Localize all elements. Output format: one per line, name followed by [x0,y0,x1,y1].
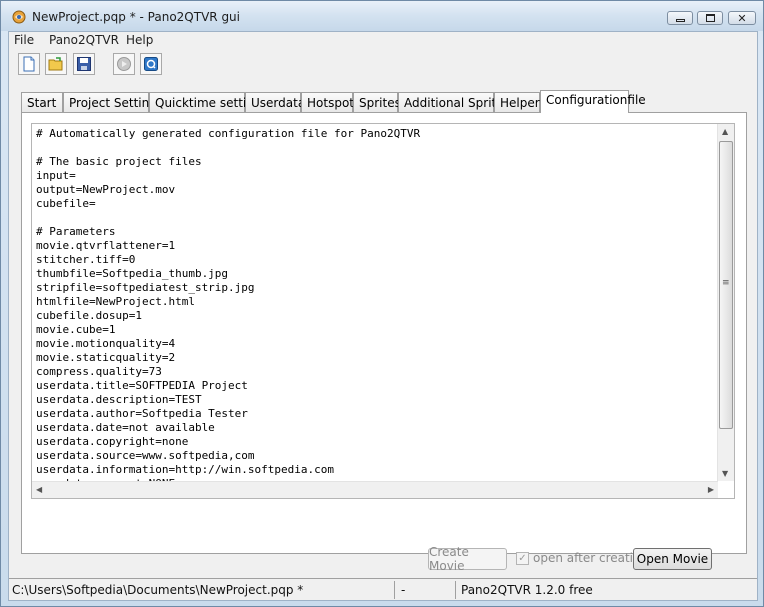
new-button[interactable] [18,53,40,75]
config-line: movie.qtvrflattener=1 [36,239,176,252]
app-icon [11,9,27,25]
config-line: # The basic project files [36,155,202,168]
config-line: # Parameters [36,225,116,238]
scroll-up-icon[interactable]: ▲ [722,127,728,136]
config-line: htmlfile=NewProject.html [36,295,195,308]
preview-icon [144,57,158,71]
tab-userdata[interactable]: Userdata [245,92,305,112]
config-line: userdata.author=Softpedia Tester [36,407,248,420]
create-movie-button[interactable]: Create Movie [428,545,507,573]
config-line: userdata.information=http://win.softpedi… [36,463,335,476]
menu-help[interactable]: Help [126,33,153,47]
disabled-tool-button[interactable] [113,53,135,75]
title-bar[interactable]: NewProject.pqp * - Pano2QTVR gui ✕ [1,1,763,31]
minimize-icon [675,18,685,22]
disabled-circle-icon [117,57,131,71]
tab-configurationfile[interactable]: Configurationfile [540,90,646,113]
save-button[interactable] [73,53,95,75]
window-title: NewProject.pqp * - Pano2QTVR gui [32,10,240,24]
maximize-icon [705,14,715,22]
vertical-scroll-thumb[interactable]: ≡ [719,141,733,429]
open-after-creation-label: open after creation [533,551,648,565]
tab-start[interactable]: Start [21,92,63,112]
configuration-panel: # Automatically generated configuration … [21,112,747,573]
config-line [36,141,716,155]
scroll-left-icon[interactable]: ◀ [36,485,42,494]
status-separator [394,581,395,599]
config-line: userdata.source=www.softpedia,com [36,449,255,462]
config-line: userdata.title=SOFTPEDIA Project [36,379,248,392]
status-path: C:\Users\Softpedia\Documents\NewProject.… [12,583,304,597]
menu-pano2qtvr[interactable]: Pano2QTVR [49,33,119,47]
config-line: movie.motionquality=4 [36,337,176,350]
config-line: output=NewProject.mov [36,183,176,196]
save-icon [77,57,91,71]
tab-strip: Start Project Settings Quicktime setting… [21,90,751,113]
scroll-down-icon[interactable]: ▼ [722,469,728,478]
maximize-button[interactable] [697,11,723,25]
tab-hotspots[interactable]: Hotspots [301,92,360,112]
status-middle: - [401,583,406,597]
menu-file[interactable]: File [14,33,34,47]
open-button[interactable] [45,53,67,75]
new-document-icon [23,56,35,72]
open-after-creation-checkbox[interactable]: ✓ open after creation [516,551,648,565]
config-line: movie.staticquality=2 [36,351,176,364]
tab-helpers[interactable]: Helpers [494,92,546,112]
status-bar: C:\Users\Softpedia\Documents\NewProject.… [9,578,757,600]
config-line: # Automatically generated configuration … [36,127,421,140]
config-line: userdata.copyright=none [36,435,189,448]
minimize-button[interactable] [667,11,693,25]
client-area: File Pano2QTVR Help Start Project Settin… [8,31,758,601]
config-line: compress.quality=73 [36,365,162,378]
scroll-grip-icon: ≡ [722,278,730,288]
tab-sprites[interactable]: Sprites [353,92,401,112]
config-line: cubefile= [36,197,96,210]
status-version: Pano2QTVR 1.2.0 free [461,583,593,597]
config-textarea[interactable]: # Automatically generated configuration … [31,123,735,499]
app-window: NewProject.pqp * - Pano2QTVR gui ✕ File … [0,0,764,607]
config-line [36,211,716,225]
checkmark-icon: ✓ [516,551,529,565]
config-line: userdata.description=TEST [36,393,202,406]
config-line: userdata.date=not available [36,421,215,434]
close-button[interactable]: ✕ [728,11,756,25]
preview-button[interactable] [140,53,162,75]
config-line: stripfile=softpediatest_strip.jpg [36,281,255,294]
close-icon: ✕ [737,11,747,25]
vertical-scrollbar[interactable]: ▲ ≡ ▼ [717,124,734,481]
toolbar [9,51,757,79]
config-line: stitcher.tiff=0 [36,253,136,266]
config-line: input= [36,169,76,182]
config-text[interactable]: # Automatically generated configuration … [36,127,716,483]
scroll-right-icon[interactable]: ▶ [708,485,714,494]
tab-quicktime-settings[interactable]: Quicktime settings [149,92,268,112]
config-line: movie.cube=1 [36,323,116,336]
config-line: cubefile.dosup=1 [36,309,142,322]
open-movie-button[interactable]: Open Movie [633,548,712,570]
status-separator [455,581,456,599]
menu-bar: File Pano2QTVR Help [9,32,757,49]
open-folder-icon [48,57,63,71]
config-line: thumbfile=Softpedia_thumb.jpg [36,267,229,280]
tab-project-settings[interactable]: Project Settings [63,92,163,112]
horizontal-scrollbar[interactable]: ◀ ▶ [32,481,718,498]
tab-additional-sprites[interactable]: Additional Sprites [398,92,510,112]
